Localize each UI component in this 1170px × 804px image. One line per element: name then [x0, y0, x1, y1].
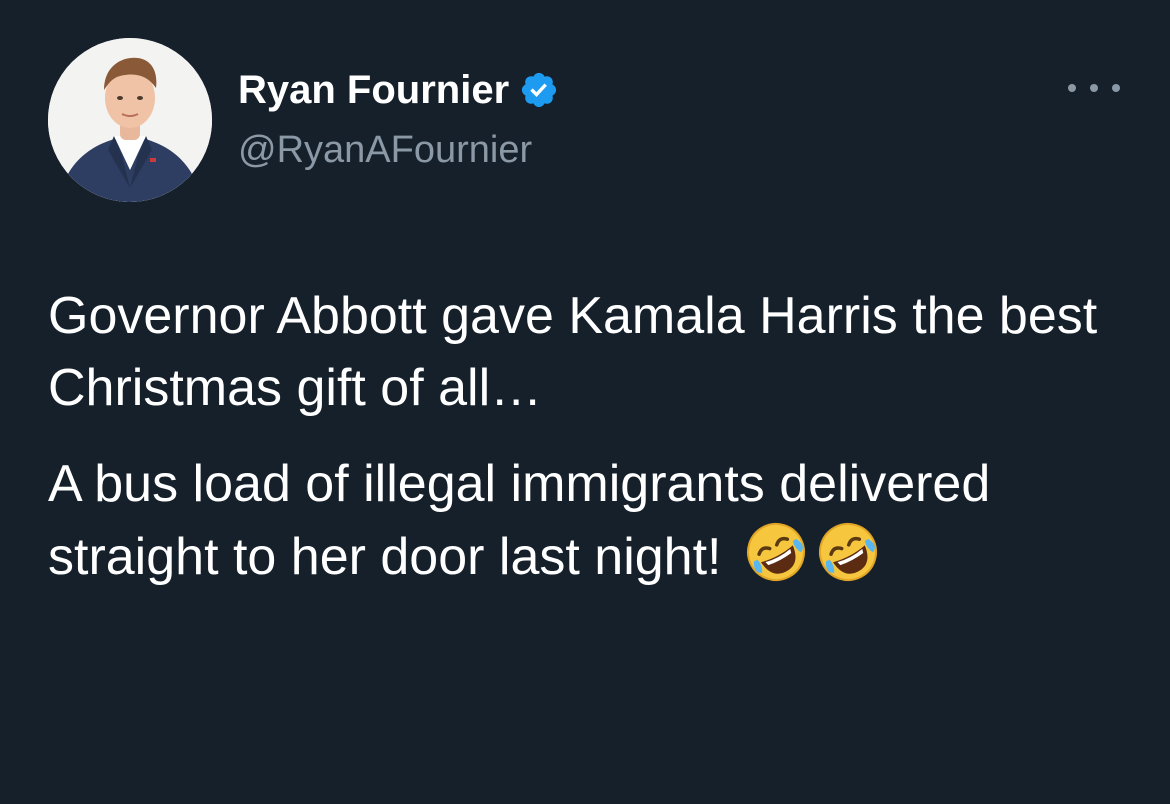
more-dot-icon [1112, 84, 1120, 92]
verified-badge-icon [519, 70, 559, 110]
avatar-portrait-image [48, 38, 212, 202]
rolling-on-floor-laughing-icon [816, 520, 880, 584]
tweet-paragraph-2: A bus load of illegal immigrants deliver… [48, 448, 1138, 593]
more-options-button[interactable] [1068, 74, 1120, 102]
rolling-on-floor-laughing-icon [744, 520, 808, 584]
tweet-body: Governor Abbott gave Kamala Harris the b… [48, 280, 1138, 593]
author-display-name[interactable]: Ryan Fournier [238, 64, 509, 116]
author-name-row: Ryan Fournier [238, 64, 559, 116]
tweet-paragraph-1: Governor Abbott gave Kamala Harris the b… [48, 287, 1098, 417]
author-handle[interactable]: @RyanAFournier [238, 124, 532, 176]
more-dot-icon [1068, 84, 1076, 92]
tweet-card: Ryan Fournier @RyanAFournier Governor Ab… [0, 0, 1170, 804]
more-dot-icon [1090, 84, 1098, 92]
avatar[interactable] [48, 38, 212, 202]
